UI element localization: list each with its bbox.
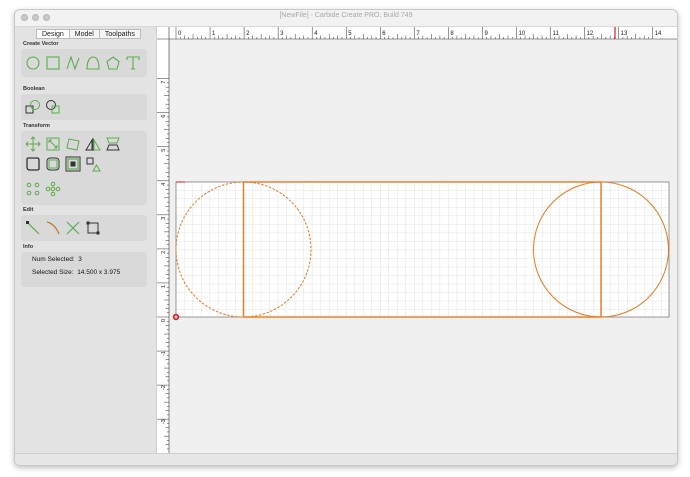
title-bar: [NewFile] - Carbide Create PRO, Build 74…: [15, 10, 677, 27]
text-icon[interactable]: [125, 55, 141, 71]
ruler-x-label: 10: [519, 31, 526, 37]
create-vector-heading: Create Vector: [23, 41, 59, 47]
scale-icon[interactable]: [45, 136, 61, 152]
selected-size-value: 14.500 x 3.975: [77, 269, 121, 276]
app-window: [NewFile] - Carbide Create PRO, Build 74…: [14, 9, 678, 466]
ruler-x-label: 14: [655, 31, 662, 37]
ruler-y-label: 0: [161, 319, 167, 322]
info-panel: Num Selected: 3 Selected Size: 14.500 x …: [21, 252, 147, 287]
inside-outside-icon[interactable]: [65, 156, 81, 172]
boolean-panel: [21, 94, 147, 120]
edit-nodes-icon[interactable]: [25, 220, 41, 236]
tab-design[interactable]: Design: [36, 29, 70, 39]
ruler-y-label: 5: [161, 149, 167, 152]
edit-heading: Edit: [23, 207, 34, 213]
ruler-y-label: 1: [161, 285, 167, 288]
info-heading: Info: [23, 244, 34, 250]
join-icon[interactable]: [85, 220, 101, 236]
union-icon[interactable]: [45, 99, 61, 115]
ruler-y-label: -2: [161, 385, 167, 390]
transform-panel: [21, 131, 147, 205]
design-canvas-area[interactable]: 01234567891011121314 76543210-1-2-3-4: [157, 27, 677, 453]
num-selected-value: 3: [78, 256, 82, 263]
polygon-icon[interactable]: [105, 55, 121, 71]
boolean-heading: Boolean: [23, 86, 45, 92]
move-icon[interactable]: [25, 136, 41, 152]
sidebar: Design Model Toolpaths Create Vector Boo…: [15, 27, 157, 453]
edit-panel: [21, 215, 147, 241]
ruler-y-label: -1: [161, 351, 167, 356]
mirror-icon[interactable]: [85, 136, 101, 152]
circular-array-icon[interactable]: [45, 181, 61, 197]
align-icon[interactable]: [85, 156, 101, 172]
curve-icon[interactable]: [85, 55, 101, 71]
offset-icon[interactable]: [45, 156, 61, 172]
ruler-y-label: -3: [161, 419, 167, 424]
num-selected-label: Num Selected:: [32, 256, 75, 263]
ruler-x-label: 13: [621, 31, 628, 37]
design-canvas[interactable]: 01234567891011121314 76543210-1-2-3-4: [157, 27, 677, 453]
ruler-y-label: 6: [161, 115, 167, 118]
rectangle-icon[interactable]: [45, 55, 61, 71]
tab-toolpaths[interactable]: Toolpaths: [98, 29, 141, 39]
status-bar: [15, 453, 677, 465]
fillet-icon[interactable]: [25, 156, 41, 172]
ruler-y-label: 7: [161, 81, 167, 84]
cut-icon[interactable]: [65, 220, 81, 236]
polyline-icon[interactable]: [65, 55, 81, 71]
grid-array-icon[interactable]: [25, 181, 41, 197]
ruler-y-label: 2: [161, 251, 167, 254]
tab-bar: Design Model Toolpaths: [36, 29, 141, 39]
weld-icon[interactable]: [25, 99, 41, 115]
selected-size-row: Selected Size: 14.500 x 3.975: [32, 269, 120, 276]
create-vector-panel: [21, 49, 147, 77]
skew-icon[interactable]: [105, 136, 121, 152]
rotate-icon[interactable]: [65, 136, 81, 152]
trim-icon[interactable]: [45, 220, 61, 236]
ruler-y-label: 3: [161, 217, 167, 220]
transform-heading: Transform: [23, 123, 50, 129]
ruler-x-label: 11: [553, 31, 560, 37]
window-title: [NewFile] - Carbide Create PRO, Build 74…: [279, 12, 413, 19]
num-selected-row: Num Selected: 3: [32, 256, 82, 263]
circle-icon[interactable]: [25, 55, 41, 71]
ruler-y-label: 4: [161, 183, 167, 186]
ruler-x-label: 12: [587, 31, 594, 37]
tab-model[interactable]: Model: [68, 29, 100, 39]
selected-size-label: Selected Size:: [32, 269, 74, 276]
